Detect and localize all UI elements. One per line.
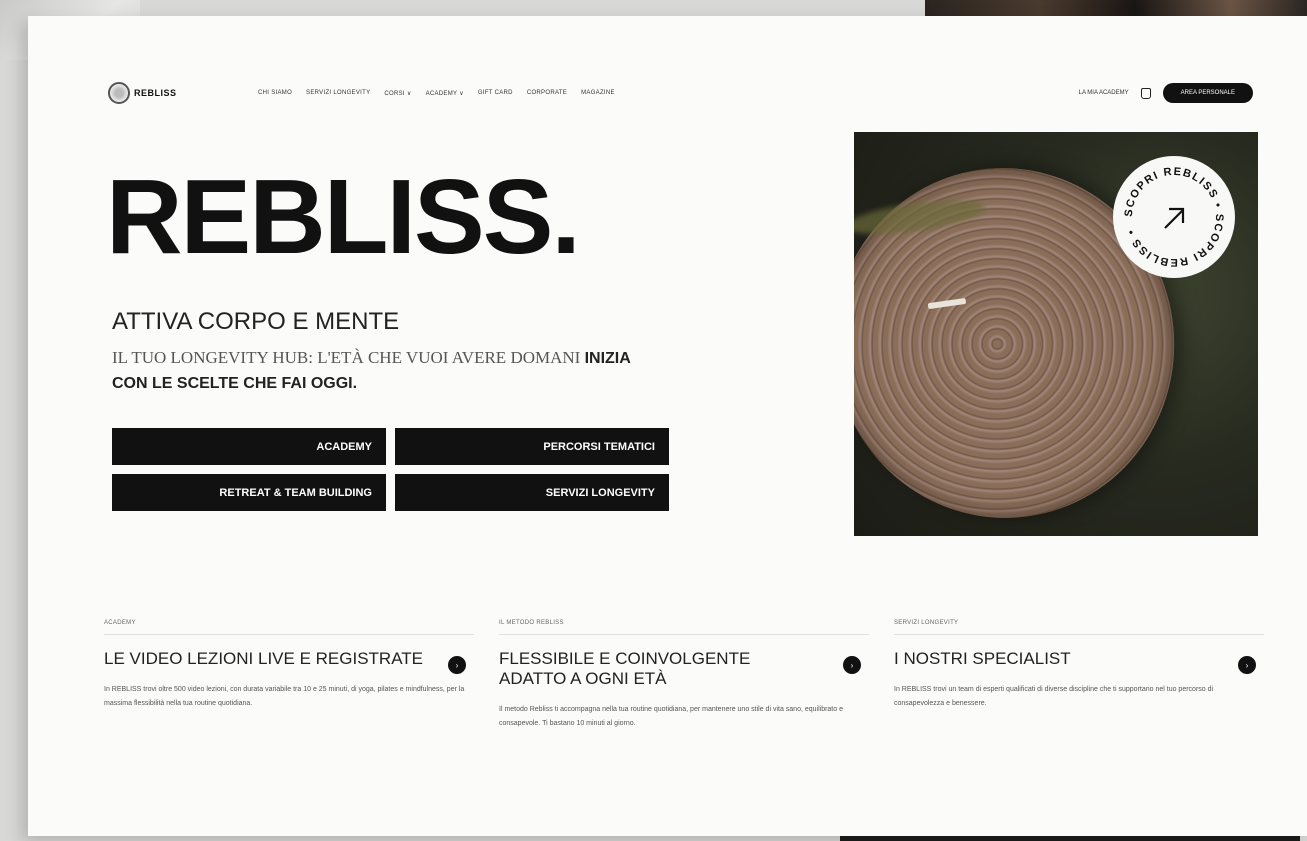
background-photo-strip: [925, 0, 1307, 16]
card-divider: [894, 634, 1264, 635]
card-category: IL METODO REBLISS: [499, 620, 564, 626]
card-arrow-icon[interactable]: ›: [1238, 656, 1256, 674]
nav-link-corporate[interactable]: CORPORATE: [527, 90, 567, 97]
svg-text:SCOPRI REBLISS • SCOPRI REBLIS: SCOPRI REBLISS • SCOPRI REBLISS •: [1123, 166, 1225, 268]
nav-links: CHI SIAMO SERVIZI LONGEVITY CORSI ∨ ACAD…: [258, 90, 615, 97]
card-academy: ACADEMY LE VIDEO LEZIONI LIVE E REGISTRA…: [104, 620, 474, 711]
badge-graphic: SCOPRI REBLISS • SCOPRI REBLISS •: [1123, 166, 1225, 268]
nav-link-gift-card[interactable]: GIFT CARD: [478, 90, 513, 97]
personal-area-button[interactable]: AREA PERSONALE: [1162, 83, 1253, 103]
longevity-services-button[interactable]: SERVIZI LONGEVITY: [395, 474, 669, 511]
discover-rebliss-badge[interactable]: SCOPRI REBLISS • SCOPRI REBLISS •: [1113, 156, 1235, 278]
card-specialists: SERVIZI LONGEVITY I NOSTRI SPECIALIST › …: [894, 620, 1264, 711]
card-category: ACADEMY: [104, 620, 136, 626]
card-title: FLESSIBILE E COINVOLGENTE ADATTO A OGNI …: [499, 649, 751, 688]
card-method: IL METODO REBLISS FLESSIBILE E COINVOLGE…: [499, 620, 869, 731]
logo-icon: [108, 82, 130, 104]
login-link[interactable]: LA MIA ACADEMY: [1079, 90, 1129, 96]
log-moss: [854, 193, 987, 241]
hero-image-tree-rings: SCOPRI REBLISS • SCOPRI REBLISS •: [854, 132, 1258, 536]
nav-link-academy[interactable]: ACADEMY ∨: [426, 90, 464, 97]
card-divider: [499, 634, 869, 635]
nav-link-chi-siamo[interactable]: CHI SIAMO: [258, 90, 292, 97]
log-tag: [927, 297, 967, 310]
nav-actions: LA MIA ACADEMY AREA PERSONALE: [1079, 83, 1253, 103]
card-description: In REBLISS trovi oltre 500 video lezioni…: [104, 686, 465, 707]
nav-link-servizi-longevity[interactable]: SERVIZI LONGEVITY: [306, 90, 370, 97]
nav-link-corsi[interactable]: CORSI ∨: [384, 90, 411, 97]
card-arrow-icon[interactable]: ›: [448, 656, 466, 674]
cart-icon[interactable]: [1140, 87, 1151, 99]
nav-link-magazine[interactable]: MAGAZINE: [581, 90, 615, 97]
hero-subtitle: ATTIVA CORPO E MENTE: [112, 308, 400, 335]
card-divider: [104, 634, 474, 635]
logo-text: REBLISS: [134, 88, 177, 98]
arrow-up-right-icon: [1164, 207, 1185, 229]
top-navigation: REBLISS CHI SIAMO SERVIZI LONGEVITY CORS…: [28, 16, 1307, 104]
retreat-team-building-button[interactable]: RETREAT & TEAM BUILDING: [112, 474, 386, 511]
hero-tagline-light: IL TUO LONGEVITY HUB: L'ETÀ CHE VUOI AVE…: [112, 348, 581, 367]
hero-button-grid: ACADEMY PERCORSI TEMATICI RETREAT & TEAM…: [112, 428, 669, 511]
thematic-paths-button[interactable]: PERCORSI TEMATICI: [395, 428, 669, 465]
card-description: Il metodo Rebliss ti accompagna nella tu…: [499, 706, 843, 727]
card-description: In REBLISS trovi un team di esperti qual…: [894, 686, 1214, 707]
academy-button[interactable]: ACADEMY: [112, 428, 386, 465]
website-page: REBLISS CHI SIAMO SERVIZI LONGEVITY CORS…: [28, 16, 1307, 836]
hero-tagline: IL TUO LONGEVITY HUB: L'ETÀ CHE VUOI AVE…: [112, 346, 652, 396]
hero-title: REBLISS.: [106, 158, 581, 276]
card-arrow-icon[interactable]: ›: [843, 656, 861, 674]
badge-circular-text: SCOPRI REBLISS • SCOPRI REBLISS •: [1123, 166, 1224, 268]
card-title: LE VIDEO LEZIONI LIVE E REGISTRATE: [104, 649, 423, 668]
card-category: SERVIZI LONGEVITY: [894, 620, 959, 626]
card-title: I NOSTRI SPECIALIST: [894, 649, 1071, 668]
brand-logo[interactable]: REBLISS: [108, 82, 177, 104]
